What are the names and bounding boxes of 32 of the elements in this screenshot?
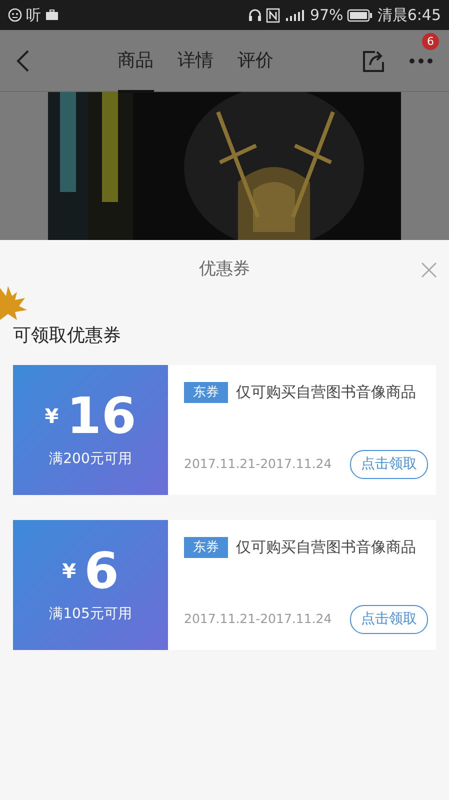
tab[interactable]: 详情 (178, 30, 214, 92)
battery-icon (347, 8, 374, 22)
back-icon[interactable] (16, 48, 30, 72)
status-app-text: 听 (26, 4, 41, 26)
tab[interactable]: 评价 (238, 30, 274, 92)
notification-badge: 6 (422, 32, 439, 50)
coupon-condition: 满105元可用 (49, 604, 132, 624)
coupon-amount: 16 (66, 390, 136, 440)
claim-button[interactable]: 点击领取 (350, 605, 428, 634)
nfc-icon (266, 8, 280, 22)
coupon-description: 仅可购买自营图书音像商品 (236, 537, 416, 558)
briefcase-icon (45, 9, 59, 21)
coupon-amount: 6 (84, 546, 119, 596)
validity-dates: 2017.11.21-2017.11.24 (184, 610, 332, 628)
validity-dates: 2017.11.21-2017.11.24 (184, 455, 332, 474)
status-time: 清晨6:45 (377, 4, 441, 26)
sheet-title: 优惠券 (199, 258, 250, 282)
tab[interactable]: 商品 (118, 30, 154, 92)
share-icon[interactable] (361, 48, 385, 72)
face-icon (8, 8, 22, 22)
coupon-description: 仅可购买自营图书音像商品 (236, 382, 416, 403)
claim-button[interactable]: 点击领取 (350, 450, 428, 479)
headphones-icon (248, 8, 262, 22)
battery-percent: 97% (310, 4, 344, 26)
currency-symbol: ¥ (62, 558, 76, 584)
coupon-tag: 东券 (184, 382, 228, 403)
coupon-tag: 东券 (184, 536, 228, 558)
signal-icon (284, 8, 306, 22)
more-icon[interactable] (409, 58, 433, 64)
coupon-condition: 满200元可用 (49, 450, 132, 468)
section-heading: 可领取优惠券 (13, 324, 121, 348)
currency-symbol: ¥ (44, 402, 59, 430)
